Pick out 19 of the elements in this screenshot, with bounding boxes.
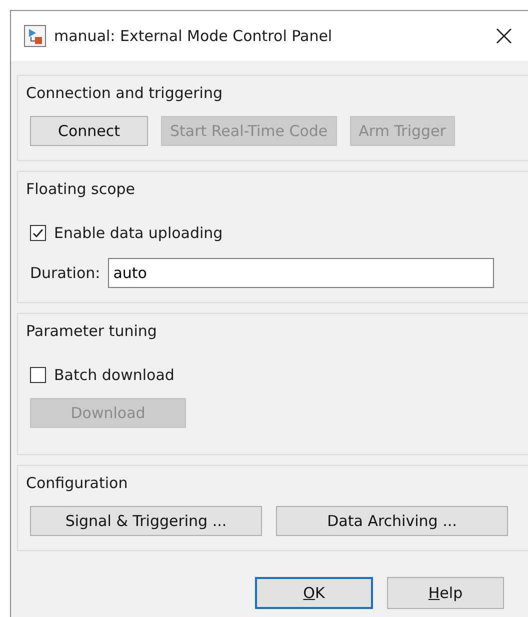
checkbox-label[interactable]: Batch download xyxy=(54,366,174,384)
connect-button[interactable]: Connect xyxy=(30,116,148,146)
window-title: manual: External Mode Control Panel xyxy=(54,27,334,45)
group-title: Configuration xyxy=(26,474,128,492)
app-icon xyxy=(24,25,46,47)
group-title: Floating scope xyxy=(26,180,135,198)
help-button[interactable]: Help xyxy=(387,577,504,609)
checkbox[interactable] xyxy=(30,225,46,241)
group-title: Connection and triggering xyxy=(26,84,222,102)
group-title: Parameter tuning xyxy=(26,322,157,340)
duration-field[interactable]: auto xyxy=(108,258,494,288)
close-icon[interactable] xyxy=(496,28,512,44)
checkbox[interactable] xyxy=(30,367,46,383)
config-button[interactable]: Signal & Triggering ... xyxy=(30,506,262,536)
check-icon xyxy=(32,227,44,239)
checkbox-label[interactable]: Enable data uploading xyxy=(54,224,223,242)
config-button[interactable]: Data Archiving ... xyxy=(276,506,508,536)
ok-button[interactable]: OK xyxy=(255,577,373,609)
duration-label: Duration: xyxy=(30,264,100,282)
